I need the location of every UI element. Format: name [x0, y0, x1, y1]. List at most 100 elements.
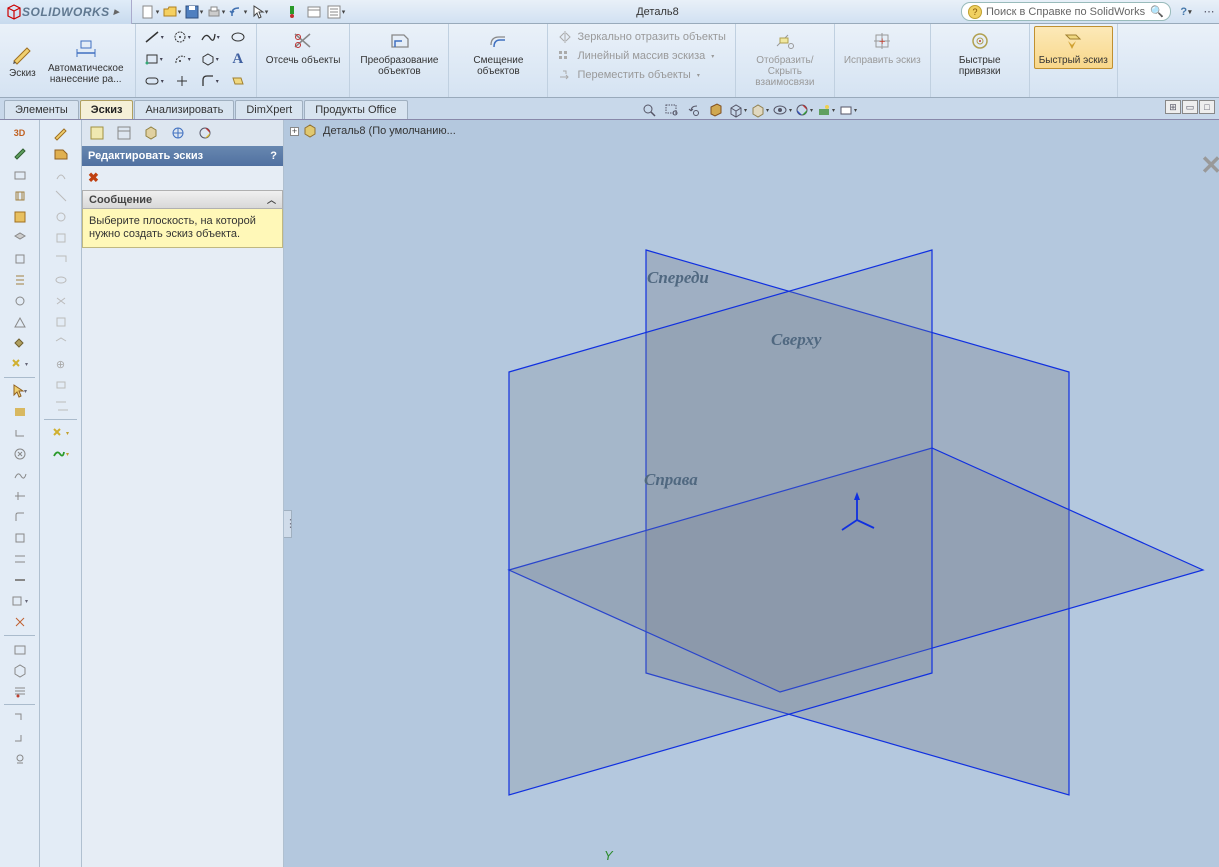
- graphics-viewport[interactable]: + Деталь8 (По умолчанию... ✕ Спереди Све…: [284, 120, 1219, 867]
- plane-tool[interactable]: [224, 70, 252, 92]
- text-tool[interactable]: A: [224, 48, 252, 70]
- hide-show-button[interactable]: ▾: [772, 100, 792, 120]
- zoom-area-button[interactable]: [662, 100, 682, 120]
- section-view-button[interactable]: [706, 100, 726, 120]
- tool-icon-14[interactable]: [10, 465, 30, 485]
- point-tool[interactable]: [168, 70, 196, 92]
- display-style-button[interactable]: ▾: [750, 100, 770, 120]
- offset-button[interactable]: Смещение объектов: [453, 26, 543, 80]
- repair-button[interactable]: + Исправить эскиз: [839, 26, 926, 69]
- overflow-button[interactable]: ⋯: [1199, 2, 1219, 22]
- tool-icon-24[interactable]: [10, 708, 30, 728]
- circle-tool[interactable]: ▾: [168, 26, 196, 48]
- feature-icon-11[interactable]: ⊕: [50, 354, 72, 374]
- tile-h-button[interactable]: ⊞: [1165, 100, 1181, 114]
- linear-pattern-button[interactable]: Линейный массив эскиза▾: [554, 47, 728, 65]
- tab-office[interactable]: Продукты Office: [304, 100, 407, 119]
- tool-icon-25[interactable]: [10, 729, 30, 749]
- view-orientation-button[interactable]: ▾: [728, 100, 748, 120]
- tool-icon-8[interactable]: [10, 291, 30, 311]
- tool-icon-2[interactable]: [10, 165, 30, 185]
- tool-icon-20[interactable]: [10, 612, 30, 632]
- 3d-sketch-icon[interactable]: 3D: [10, 123, 30, 143]
- spline-tool[interactable]: ▾: [196, 26, 224, 48]
- quick-snaps-button[interactable]: Быстрые привязки: [935, 26, 1025, 80]
- config-tab[interactable]: [138, 122, 164, 144]
- feature-tree-tab[interactable]: [84, 122, 110, 144]
- help-button[interactable]: ?▾: [1177, 3, 1195, 21]
- properties-button[interactable]: ▾: [326, 2, 346, 22]
- app-logo[interactable]: SOLIDWORKS ▶: [0, 0, 132, 24]
- open-file-button[interactable]: ▾: [162, 2, 182, 22]
- view-settings-button[interactable]: ▾: [838, 100, 858, 120]
- move-button[interactable]: Переместить объекты▾: [554, 66, 728, 84]
- scene-button[interactable]: ▾: [816, 100, 836, 120]
- save-button[interactable]: ▾: [184, 2, 204, 22]
- ellipse-tool[interactable]: [224, 26, 252, 48]
- trim-button[interactable]: Отсечь объекты: [261, 26, 346, 69]
- tool-icon-13[interactable]: [10, 444, 30, 464]
- tool-icon-3[interactable]: [10, 186, 30, 206]
- feature-icon-2[interactable]: [50, 165, 72, 185]
- tool-icon-5[interactable]: [10, 228, 30, 248]
- feature-icon-1[interactable]: [50, 144, 72, 164]
- help-search[interactable]: ? Поиск в Справке по SolidWorks 🔍: [961, 2, 1171, 21]
- appearance-tab[interactable]: [192, 122, 218, 144]
- polygon-tool[interactable]: ▾: [196, 48, 224, 70]
- feature-icon-12[interactable]: [50, 375, 72, 395]
- tool-icon-11[interactable]: [10, 402, 30, 422]
- convert-button[interactable]: Преобразование объектов: [354, 26, 444, 80]
- new-file-button[interactable]: ▾: [140, 2, 160, 22]
- fillet-tool[interactable]: ▾: [196, 70, 224, 92]
- tool-icon-9[interactable]: [10, 312, 30, 332]
- appearance-button[interactable]: ▾: [794, 100, 814, 120]
- tab-features[interactable]: Элементы: [4, 100, 79, 119]
- mirror-button[interactable]: Зеркально отразить объекты: [554, 28, 728, 46]
- maximize-button[interactable]: □: [1199, 100, 1215, 114]
- tool-dropdown-2[interactable]: ▾: [10, 591, 30, 611]
- panel-help-icon[interactable]: ?: [270, 150, 277, 162]
- tool-icon-19[interactable]: [10, 570, 30, 590]
- tool-dropdown-1[interactable]: ▾: [10, 354, 30, 374]
- dim-tab[interactable]: [165, 122, 191, 144]
- feature-icon-10[interactable]: [50, 333, 72, 353]
- tab-sketch[interactable]: Эскиз: [80, 100, 134, 119]
- tool-icon-21[interactable]: [10, 639, 30, 659]
- rectangle-tool[interactable]: ▾: [140, 48, 168, 70]
- previous-view-button[interactable]: [684, 100, 704, 120]
- zoom-fit-button[interactable]: [640, 100, 660, 120]
- tool-icon-4[interactable]: [10, 207, 30, 227]
- flyout-button-2[interactable]: ▾: [50, 444, 72, 464]
- display-relations-button[interactable]: Отобразить/Скрыть взаимосвязи: [740, 26, 830, 91]
- tool-icon-15[interactable]: [10, 486, 30, 506]
- feature-icon-13[interactable]: [50, 396, 72, 416]
- slot-tool[interactable]: ▾: [140, 70, 168, 92]
- tool-icon-23[interactable]: [10, 681, 30, 701]
- options-button[interactable]: [304, 2, 324, 22]
- property-tab[interactable]: [111, 122, 137, 144]
- sketch-button[interactable]: Эскиз: [4, 39, 41, 82]
- feature-icon-4[interactable]: [50, 207, 72, 227]
- feature-icon-7[interactable]: [50, 270, 72, 290]
- line-tool[interactable]: ▾: [140, 26, 168, 48]
- tool-icon-12[interactable]: [10, 423, 30, 443]
- cancel-button[interactable]: ✖: [88, 170, 99, 185]
- arc-tool[interactable]: ▾: [168, 48, 196, 70]
- message-section-header[interactable]: Сообщение ︿: [82, 190, 283, 209]
- feature-icon-6[interactable]: [50, 249, 72, 269]
- flyout-button-1[interactable]: ▾: [50, 423, 72, 443]
- undo-button[interactable]: ▾: [228, 2, 248, 22]
- feature-icon-8[interactable]: [50, 291, 72, 311]
- tile-v-button[interactable]: ▭: [1182, 100, 1198, 114]
- smart-dimension-button[interactable]: Автоматическое нанесение ра...: [41, 34, 131, 88]
- feature-icon-5[interactable]: [50, 228, 72, 248]
- tool-icon-10[interactable]: [10, 333, 30, 353]
- tool-icon-17[interactable]: [10, 528, 30, 548]
- print-button[interactable]: ▾: [206, 2, 226, 22]
- feature-icon-9[interactable]: [50, 312, 72, 332]
- tool-icon-1[interactable]: [10, 144, 30, 164]
- rebuild-button[interactable]: [282, 2, 302, 22]
- tab-dimxpert[interactable]: DimXpert: [235, 100, 303, 119]
- tool-icon-26[interactable]: [10, 750, 30, 770]
- select-button[interactable]: ▾: [250, 2, 270, 22]
